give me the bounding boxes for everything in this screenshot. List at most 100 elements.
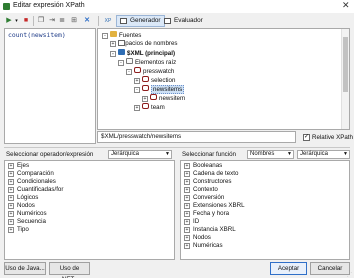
expand-icon[interactable]: + [8,187,14,193]
functions-mode-select[interactable]: Nombres ▼ [247,150,294,159]
sources-tree[interactable]: - Fuentes + Espacios de nombres - $XML (pri… [97,28,350,130]
tree-node-presswatch[interactable]: - presswatch [126,67,174,75]
expand-icon[interactable]: + [184,227,190,233]
list-item[interactable]: + Nodos [8,202,35,210]
expand-icon[interactable]: + [184,195,190,201]
functions-list[interactable]: + Booleanas + Cadena de texto + Constructor… [180,160,350,260]
list-item[interactable]: + Instancia XBRL [184,226,236,234]
run-icon[interactable]: ▶ [5,16,13,26]
expand-icon[interactable]: + [184,211,190,217]
list-item[interactable]: + Lógicos [8,194,38,202]
list-item[interactable]: + Cadena de texto [184,170,238,178]
xpath-version-icon[interactable]: XP [103,16,113,26]
tree-node-newsitem[interactable]: + newsitem [142,94,185,102]
operators-view-value: Jerárquica [111,151,140,157]
expand-icon[interactable]: + [8,195,14,201]
list-item[interactable]: + Constructores [184,178,232,186]
expand-icon[interactable]: + [184,179,190,185]
expand-icon[interactable]: + [184,243,190,249]
tree-node-label: $XML (principal) [127,50,176,57]
expand-icon[interactable]: + [184,187,190,193]
expand-icon[interactable]: + [8,163,14,169]
accept-button[interactable]: Aceptar [270,262,307,275]
list-item[interactable]: + Numéricos [8,210,47,218]
expand-icon[interactable]: + [8,171,14,177]
expand-icon[interactable]: + [184,171,190,177]
tree-node-label: newsitem [159,95,186,102]
copy-icon[interactable]: ❐ [37,16,45,26]
clear-icon[interactable]: ✕ [82,16,92,26]
tab-generador[interactable]: Generador [116,15,165,27]
tree-scrollbar[interactable] [341,29,349,129]
cancel-button[interactable]: Cancelar [310,262,350,275]
stop-icon[interactable]: ■ [22,16,30,26]
element-icon [150,94,157,100]
operators-view-select[interactable]: Jerárquica ▼ [108,150,172,159]
java-usage-button[interactable]: Uso de Java... [4,262,46,275]
scroll-thumb[interactable] [343,37,348,92]
list-item[interactable]: + Secuencia [8,218,46,226]
expand-icon[interactable]: + [184,235,190,241]
title-bar: Editar expresión XPath ✕ [0,0,354,13]
tree-node-label: Fuentes [119,32,142,39]
run-dropdown-icon[interactable]: ▾ [14,16,19,26]
resize-grip-icon[interactable]: ⋰ [347,272,352,278]
tree-node-fuentes[interactable]: - Fuentes [102,31,141,39]
list-item[interactable]: + Extensiones XBRL [184,202,245,210]
list-item[interactable]: + Cuantificadas/for [8,186,63,194]
list-item-label: Cadena de texto [193,170,239,177]
collapse-icon[interactable]: - [134,87,140,93]
list-item[interactable]: + Ejes [8,162,29,170]
relative-xpath-checkbox[interactable]: ✓ [303,134,310,141]
tree-node-selection[interactable]: + selection [134,76,175,84]
collapse-icon[interactable]: - [126,69,132,75]
expand-icon[interactable]: + [184,219,190,225]
window-title: Editar expresión XPath [13,2,85,9]
tab-generador-label: Generador [130,17,161,24]
operators-list[interactable]: + Ejes + Comparación + Condicionales + Cuant… [4,160,175,260]
list-item[interactable]: + Tipo [8,226,29,234]
tree-node-espacios[interactable]: + Espacios de nombres [110,40,178,48]
collapse-icon[interactable]: - [118,60,124,66]
expand-icon[interactable]: + [134,105,140,111]
format-icon[interactable]: ≣ [58,16,66,26]
tree-node-newsitems[interactable]: - newsitems [134,85,185,94]
net-usage-button[interactable]: Uso de .NET... [49,262,90,278]
tree-node-team[interactable]: + team [134,103,165,111]
zoom-icon[interactable]: ⊞ [70,16,78,26]
expand-icon[interactable]: + [8,219,14,225]
divider [4,147,350,148]
expand-icon[interactable]: + [8,203,14,209]
list-item[interactable]: + Nodos [184,234,211,242]
list-item[interactable]: + Numéricas [184,242,223,250]
close-icon[interactable]: ✕ [342,0,350,11]
tree-node-elementos[interactable]: - Elementos raíz [118,58,176,66]
list-item[interactable]: + Booleanas [184,162,222,170]
tree-node-xml[interactable]: - $XML (principal) [110,49,175,57]
expand-icon[interactable]: + [184,203,190,209]
xpath-app-icon [3,3,10,10]
list-item[interactable]: + Contexto [184,186,218,194]
expand-icon[interactable]: + [184,163,190,169]
collapse-icon[interactable]: - [110,51,116,57]
expand-icon[interactable]: + [8,211,14,217]
list-item[interactable]: + Condicionales [8,178,56,186]
tab-evaluador[interactable]: Evaluador [160,15,207,27]
list-item[interactable]: + Comparación [8,170,54,178]
collapse-icon[interactable]: - [102,33,108,39]
expand-icon[interactable]: + [134,78,140,84]
expand-icon[interactable]: + [8,227,14,233]
tree-node-label: team [151,104,165,111]
list-item[interactable]: + ID [184,218,199,226]
expand-icon[interactable]: + [110,41,116,47]
list-item[interactable]: + Conversión [184,194,224,202]
indent-icon[interactable]: ⇥ [48,16,56,26]
expand-icon[interactable]: + [8,179,14,185]
functions-view-select[interactable]: Jerárquica ▼ [297,150,350,159]
chevron-down-icon: ▼ [343,151,348,157]
xml-source-icon [118,49,125,55]
expression-editor[interactable]: count(newsitem) [4,28,96,144]
expand-icon[interactable]: + [142,96,148,102]
list-item[interactable]: + Fecha y hora [184,210,229,218]
element-icon [142,103,149,109]
